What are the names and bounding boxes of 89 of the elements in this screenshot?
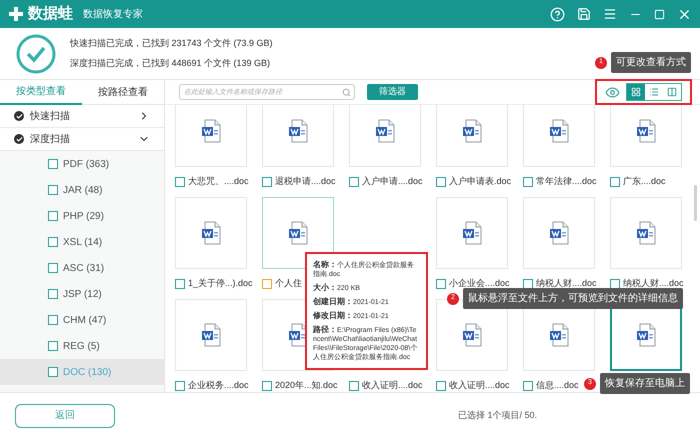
file-name: 个人住: [275, 277, 302, 290]
file-type-item[interactable]: JSP (12): [0, 281, 164, 307]
document-icon: [462, 221, 482, 245]
document-icon: [462, 119, 482, 143]
checkbox[interactable]: [262, 279, 272, 289]
document-icon: [636, 323, 656, 347]
checkbox[interactable]: [436, 177, 446, 187]
document-icon: [288, 119, 308, 143]
menu-icon[interactable]: [603, 7, 617, 21]
eye-icon[interactable]: [605, 84, 620, 100]
checkbox[interactable]: [262, 177, 272, 187]
checkbox[interactable]: [48, 237, 58, 247]
annotation-tooltip: 可更改查看方式: [611, 52, 691, 73]
file-name: 入户申请....doc: [362, 175, 423, 188]
document-icon: [201, 221, 221, 245]
file-name: 大悲咒、....doc: [188, 175, 249, 188]
file-name: 纳税人财....doc: [536, 277, 597, 290]
file-name: 常年法律....doc: [536, 175, 597, 188]
document-icon: [549, 323, 569, 347]
scan-group[interactable]: 深度扫描: [0, 128, 164, 151]
checkbox[interactable]: [523, 381, 533, 391]
checkbox[interactable]: [48, 211, 58, 221]
file-thumbnail[interactable]: [262, 197, 334, 269]
file-type-item[interactable]: CHM (47): [0, 307, 164, 333]
checkbox[interactable]: [48, 341, 58, 351]
document-icon: [549, 119, 569, 143]
columns-icon: [667, 87, 677, 97]
document-icon: [549, 221, 569, 245]
file-type-item[interactable]: JAR (48): [0, 177, 164, 203]
checkbox[interactable]: [436, 381, 446, 391]
search-icon[interactable]: [342, 88, 351, 96]
checkbox[interactable]: [175, 177, 185, 187]
document-icon: [201, 323, 221, 347]
checkbox[interactable]: [175, 381, 185, 391]
grid-icon: [631, 87, 641, 97]
file-type-item[interactable]: XSL (14): [0, 229, 164, 255]
checkbox[interactable]: [48, 367, 58, 377]
filter-button[interactable]: 筛选器: [367, 84, 418, 100]
file-name: 2020年...知.doc: [275, 379, 338, 392]
help-icon[interactable]: [550, 6, 565, 22]
file-name: 广东....doc: [623, 175, 666, 188]
checkbox[interactable]: [48, 289, 58, 299]
file-type-item[interactable]: PDF (363): [0, 151, 164, 177]
document-icon: [636, 119, 656, 143]
annotation-tooltip: 鼠标悬浮至文件上方，可预览到文件的详细信息: [463, 288, 683, 309]
document-icon: [201, 119, 221, 143]
file-name: 1_关于停...).doc: [188, 277, 253, 290]
checkbox[interactable]: [48, 315, 58, 325]
checkbox[interactable]: [523, 177, 533, 187]
file-type-item[interactable]: PHP (29): [0, 203, 164, 229]
file-name: 信息....doc: [536, 379, 579, 392]
app-subtitle: 数据恢复专家: [83, 8, 143, 22]
document-icon: [288, 221, 308, 245]
document-icon: [462, 323, 482, 347]
file-name: 企业税务....doc: [188, 379, 249, 392]
checkbox[interactable]: [262, 381, 272, 391]
group-label: 深度扫描: [30, 132, 70, 146]
grid-view-button[interactable]: [627, 84, 645, 100]
document-icon: [375, 119, 395, 143]
scan-summary: 快速扫描已完成，已找到 231743 个文件 (73.9 GB): [70, 37, 273, 50]
file-type-item[interactable]: REG (5): [0, 333, 164, 359]
save-icon[interactable]: [577, 7, 591, 21]
logo-icon: [8, 6, 24, 22]
checkbox[interactable]: [436, 279, 446, 289]
selection-status: 已选择 1个项目/ 50.: [458, 408, 538, 422]
file-name: 退税申请....doc: [275, 175, 336, 188]
file-name: 收入证明....doc: [362, 379, 423, 392]
file-name: 小企业会....doc: [449, 277, 510, 290]
checkbox[interactable]: [48, 263, 58, 273]
file-type-item[interactable]: ASC (31): [0, 255, 164, 281]
list-icon: [649, 87, 659, 97]
checkbox[interactable]: [48, 185, 58, 195]
scrollbar[interactable]: [694, 185, 697, 221]
checkbox[interactable]: [175, 279, 185, 289]
maximize-icon[interactable]: [654, 8, 665, 20]
file-name: 纳税人财....doc: [623, 277, 684, 290]
checkbox[interactable]: [48, 159, 58, 169]
app-name: 数据蛙: [28, 4, 73, 24]
scan-group[interactable]: 快速扫描: [0, 105, 164, 128]
document-icon: [636, 221, 656, 245]
group-label: 快速扫描: [30, 110, 70, 124]
file-name: 收入证明....doc: [449, 379, 510, 392]
checkmark-icon: [16, 34, 56, 74]
scan-summary: 深度扫描已完成，已找到 448691 个文件 (139 GB): [70, 56, 272, 70]
checkbox[interactable]: [610, 177, 620, 187]
checkbox[interactable]: [349, 381, 359, 391]
annotation-tooltip: 恢复保存至电脑上: [600, 373, 690, 394]
file-name: 入户申请表.doc: [449, 175, 512, 188]
checkbox[interactable]: [349, 177, 359, 187]
